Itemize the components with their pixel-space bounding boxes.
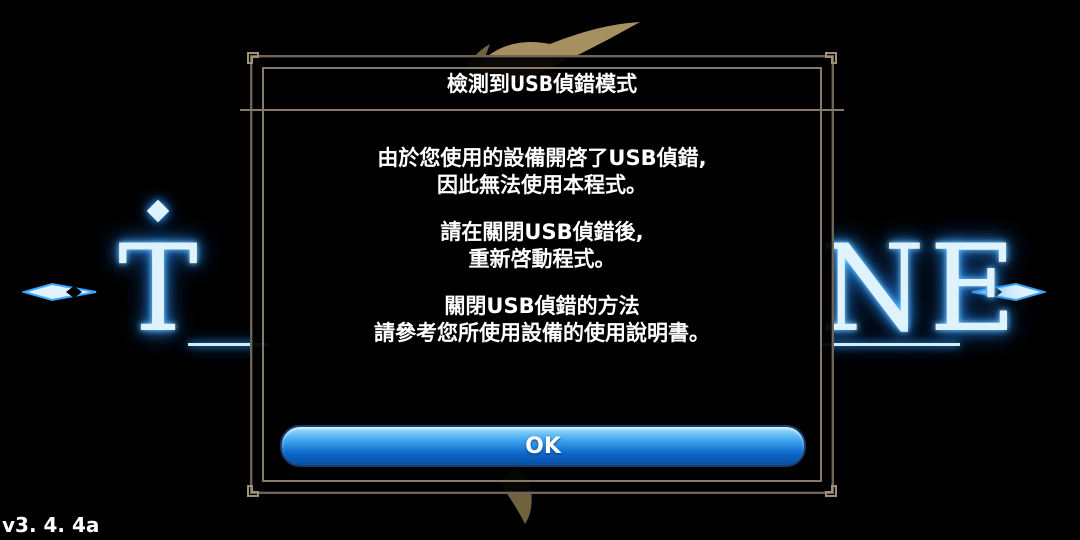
logo-diamond-icon [146, 199, 170, 223]
corner-ornament-icon [247, 485, 259, 497]
dialog-message: 由於您使用的設備開啓了USB偵錯, 因此無法使用本程式。 請在關閉USB偵錯後,… [252, 145, 832, 367]
ok-button-label: OK [525, 433, 561, 459]
dialog-title: 檢測到USB偵錯模式 [446, 72, 638, 96]
side-arrow-icon [22, 282, 97, 302]
message-paragraph: 由於您使用的設備開啓了USB偵錯, 因此無法使用本程式。 [252, 145, 832, 199]
message-line: 請參考您所使用設備的使用說明書。 [374, 321, 710, 345]
logo-letter-t: T [118, 220, 199, 359]
usb-debug-dialog: 檢測到USB偵錯模式 由於您使用的設備開啓了USB偵錯, 因此無法使用本程式。 … [240, 52, 844, 497]
logo-letters-ne: NE [820, 220, 1021, 359]
message-paragraph: 請在關閉USB偵錯後, 重新啓動程式。 [252, 219, 832, 273]
message-line: 由於您使用的設備開啓了USB偵錯, [377, 146, 707, 170]
version-label: v3. 4. 4a [2, 513, 100, 537]
title-divider [240, 109, 844, 111]
corner-ornament-icon [825, 485, 837, 497]
message-line: 因此無法使用本程式。 [437, 173, 647, 197]
message-line: 關閉USB偵錯的方法 [444, 294, 640, 318]
dialog-title-bar: 檢測到USB偵錯模式 [252, 57, 832, 109]
message-line: 請在關閉USB偵錯後, [440, 220, 644, 244]
ok-button[interactable]: OK [280, 425, 806, 467]
message-line: 重新啓動程式。 [468, 247, 616, 271]
message-paragraph: 關閉USB偵錯的方法 請參考您所使用設備的使用說明書。 [252, 293, 832, 347]
logo-underline [820, 343, 960, 346]
game-screen: T NE 檢測到USB偵錯模式 由於您使用的設備開啓了USB偵錯, 因此無法使用… [0, 0, 1080, 540]
